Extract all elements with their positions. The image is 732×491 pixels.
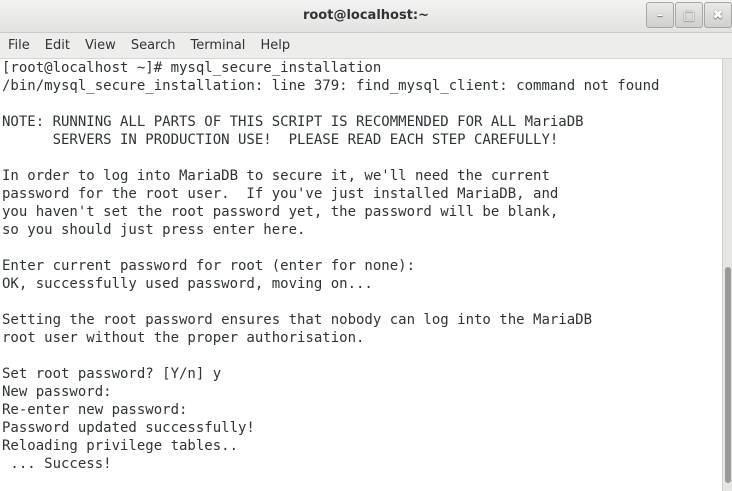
terminal-line: SERVERS IN PRODUCTION USE! PLEASE READ E…	[2, 132, 559, 148]
close-button[interactable]: ✖	[704, 2, 732, 28]
terminal-line: NOTE: RUNNING ALL PARTS OF THIS SCRIPT I…	[2, 114, 584, 130]
menu-search[interactable]: Search	[123, 38, 183, 53]
terminal-line: password for the root user. If you've ju…	[2, 186, 559, 202]
terminal-line: you haven't set the root password yet, t…	[2, 204, 559, 220]
terminal-window: root@localhost:~ – □ ✖ File Edit View Se…	[0, 0, 732, 491]
menu-edit[interactable]: Edit	[37, 38, 77, 53]
menu-view[interactable]: View	[77, 38, 123, 53]
maximize-icon: □	[682, 7, 696, 23]
terminal-line: Reloading privilege tables..	[2, 438, 239, 454]
terminal-line: Set root password? [Y/n] y	[2, 366, 222, 382]
terminal-line: /bin/mysql_secure_installation: line 379…	[2, 78, 660, 94]
terminal-line: ... Success!	[2, 456, 112, 472]
terminal-line: OK, successfully used password, moving o…	[2, 276, 373, 292]
close-icon: ✖	[712, 7, 724, 23]
menu-bar: File Edit View Search Terminal Help	[0, 33, 732, 59]
menu-file[interactable]: File	[0, 38, 37, 53]
vertical-scrollbar[interactable]	[722, 59, 732, 491]
terminal-line: Password updated successfully!	[2, 420, 255, 436]
terminal-line: New password:	[2, 384, 112, 400]
terminal-output[interactable]: [root@localhost ~]# mysql_secure_install…	[0, 59, 722, 491]
minimize-button[interactable]: –	[646, 2, 674, 28]
minimize-icon: –	[656, 7, 664, 23]
title-bar[interactable]: root@localhost:~ – □ ✖	[0, 0, 732, 33]
maximize-button[interactable]: □	[675, 2, 703, 28]
window-title: root@localhost:~	[302, 8, 430, 23]
menu-terminal[interactable]: Terminal	[182, 38, 252, 53]
terminal-line: so you should just press enter here.	[2, 222, 306, 238]
window-controls: – □ ✖	[645, 2, 732, 28]
menu-help[interactable]: Help	[252, 38, 297, 53]
terminal-line: Setting the root password ensures that n…	[2, 312, 593, 328]
terminal-line: In order to log into MariaDB to secure i…	[2, 168, 550, 184]
terminal-line: Enter current password for root (enter f…	[2, 258, 416, 274]
terminal-line: Re-enter new password:	[2, 402, 188, 418]
scrollbar-thumb[interactable]	[725, 267, 731, 483]
terminal-line: root user without the proper authorisati…	[2, 330, 365, 346]
terminal-line: [root@localhost ~]# mysql_secure_install…	[2, 60, 382, 76]
